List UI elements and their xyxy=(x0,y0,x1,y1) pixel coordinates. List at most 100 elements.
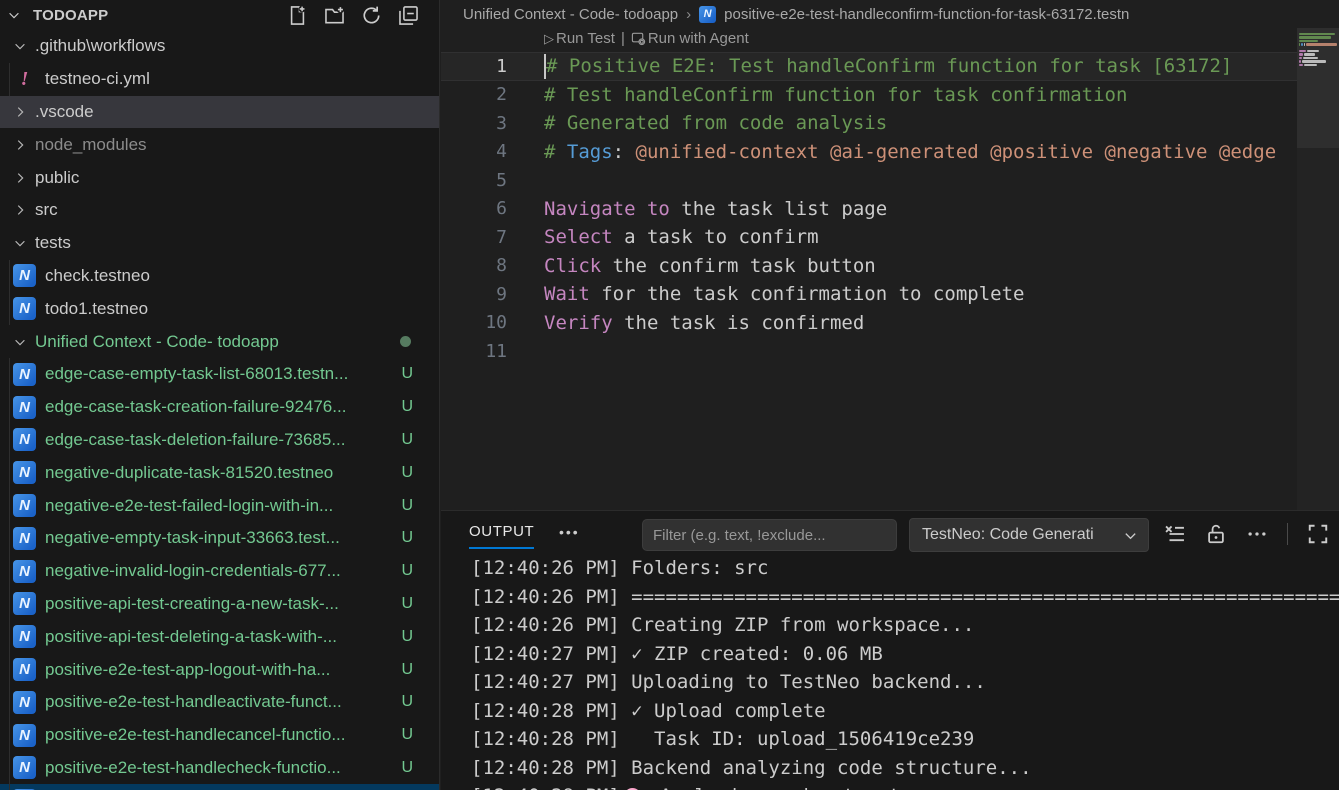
minimap-line xyxy=(1299,40,1337,42)
code-line[interactable]: 6Navigate to the task list page xyxy=(441,195,1297,224)
file-label: .github\workflows xyxy=(35,36,439,56)
tree-item-file[interactable]: Npositive-e2e-test-handleactivate-funct.… xyxy=(0,686,439,719)
indent-guide xyxy=(9,752,10,785)
panel-actions xyxy=(1164,523,1329,545)
log-message: Task ID: upload_1506419ce239 xyxy=(620,728,975,750)
minimap-segment xyxy=(1299,57,1302,59)
code-line[interactable]: 1# Positive E2E: Test handleConfirm func… xyxy=(441,52,1297,81)
code-line[interactable]: 10Verify the task is confirmed xyxy=(441,309,1297,338)
tree-item-folder[interactable]: node_modules xyxy=(0,128,439,161)
indent-guide xyxy=(9,719,10,752)
collapse-all-icon[interactable] xyxy=(398,5,419,26)
tree-item-file[interactable]: Npositive-api-test-creating-a-new-task-.… xyxy=(0,588,439,621)
code-line[interactable]: 5 xyxy=(441,166,1297,195)
tree-item-file[interactable]: N xyxy=(0,784,439,790)
chevron-down-icon[interactable] xyxy=(5,7,22,24)
breadcrumb-file[interactable]: positive-e2e-test-handleconfirm-function… xyxy=(724,6,1129,23)
minimap[interactable] xyxy=(1297,28,1339,510)
run-with-agent-link[interactable]: Run with Agent xyxy=(631,30,749,47)
git-changes-dot-icon xyxy=(400,336,411,347)
tree-item-file[interactable]: !testneo-ci.yml xyxy=(0,63,439,96)
log-timestamp: [12:40:28 PM] xyxy=(471,728,620,750)
code-editor[interactable]: 1# Positive E2E: Test handleConfirm func… xyxy=(441,52,1297,366)
line-number: 5 xyxy=(441,170,507,191)
indent-guide xyxy=(9,555,10,588)
tree-item-file[interactable]: Nnegative-e2e-test-failed-login-with-in.… xyxy=(0,489,439,522)
minimap-line xyxy=(1299,57,1337,59)
tree-item-file[interactable]: Nnegative-empty-task-input-33663.test...… xyxy=(0,522,439,555)
clear-output-icon[interactable] xyxy=(1164,523,1186,545)
code-line[interactable]: 2# Test handleConfirm function for task … xyxy=(441,81,1297,110)
tree-item-file[interactable]: Npositive-e2e-test-handlecancel-functio.… xyxy=(0,719,439,752)
testneo-file-icon: N xyxy=(13,297,36,320)
log-line: [12:40:26 PM] Creating ZIP from workspac… xyxy=(441,611,1339,640)
tab-output[interactable]: OUTPUT xyxy=(469,523,534,549)
minimap-segment xyxy=(1301,43,1303,45)
code-line[interactable]: 7Select a task to confirm xyxy=(441,223,1297,252)
line-number: 10 xyxy=(441,312,507,333)
tree-item-file[interactable]: Npositive-e2e-test-app-logout-with-ha...… xyxy=(0,653,439,686)
minimap-segment xyxy=(1299,64,1303,66)
code-token: Wait xyxy=(544,283,590,305)
refresh-icon[interactable] xyxy=(361,5,382,26)
run-test-link[interactable]: ▷ Run Test xyxy=(544,30,615,47)
minimap-segment xyxy=(1303,57,1318,59)
file-label: testneo-ci.yml xyxy=(45,69,439,89)
tree-item-folder[interactable]: .vscode xyxy=(0,96,439,129)
breadcrumb-folder[interactable]: Unified Context - Code- todoapp xyxy=(463,6,678,23)
tree-item-folder[interactable]: .github\workflows xyxy=(0,30,439,63)
breadcrumb: Unified Context - Code- todoapp › N posi… xyxy=(441,0,1339,28)
tree-item-folder[interactable]: src xyxy=(0,194,439,227)
chevron-down-icon xyxy=(1123,528,1138,543)
chevron-down-icon xyxy=(11,333,28,350)
code-token: a task to confirm xyxy=(613,226,819,248)
maximize-panel-icon[interactable] xyxy=(1307,523,1329,545)
git-status-badge: U xyxy=(401,398,413,416)
tree-item-file[interactable]: Nnegative-duplicate-task-81520.testneoU xyxy=(0,456,439,489)
code-line[interactable]: 9 Wait for the task confirmation to compl… xyxy=(441,280,1297,309)
tree-item-file[interactable]: Nedge-case-empty-task-list-68013.testn..… xyxy=(0,358,439,391)
code-token: Navigate to xyxy=(544,198,670,220)
minimap-segment xyxy=(1299,33,1335,35)
tree-item-folder[interactable]: public xyxy=(0,161,439,194)
tree-item-file[interactable]: Ncheck.testneo xyxy=(0,260,439,293)
tree-item-file[interactable]: Npositive-e2e-test-handlecheck-functio..… xyxy=(0,752,439,785)
tree-item-folder[interactable]: tests xyxy=(0,227,439,260)
file-label: Unified Context - Code- todoapp xyxy=(35,332,400,352)
code-line[interactable]: 8Click the confirm task button xyxy=(441,252,1297,281)
code-line[interactable]: 11 xyxy=(441,337,1297,366)
git-status-badge: U xyxy=(401,693,413,711)
tree-item-file[interactable]: Nedge-case-task-deletion-failure-73685..… xyxy=(0,424,439,457)
log-line: [12:40:27 PM] ✓ ZIP created: 0.06 MB xyxy=(441,640,1339,669)
code-line[interactable]: 4# Tags: @unified-context @ai-generated … xyxy=(441,138,1297,167)
testneo-file-icon: N xyxy=(13,428,36,451)
indent-guide xyxy=(9,424,10,457)
new-folder-icon[interactable] xyxy=(324,5,345,26)
tree-item-file[interactable]: Npositive-api-test-deleting-a-task-with-… xyxy=(0,620,439,653)
tree-item-file[interactable]: Ntodo1.testneo xyxy=(0,292,439,325)
code-token: for the task confirmation to complete xyxy=(590,283,1025,305)
chevron-right-icon xyxy=(11,169,28,186)
output-log[interactable]: [12:40:26 PM] Folders: src[12:40:26 PM] … xyxy=(441,558,1339,790)
codelens-separator: | xyxy=(621,30,625,47)
file-label: negative-empty-task-input-33663.test... xyxy=(45,528,395,548)
chevron-down-icon xyxy=(11,38,28,55)
more-tabs-icon[interactable]: ••• xyxy=(559,524,580,540)
more-actions-icon[interactable] xyxy=(1246,523,1268,545)
output-filter-input[interactable] xyxy=(642,519,897,551)
code-line[interactable]: 3# Generated from code analysis xyxy=(441,109,1297,138)
tree-item-file[interactable]: Nedge-case-task-creation-failure-92476..… xyxy=(0,391,439,424)
output-channel-select[interactable]: TestNeo: Code Generati xyxy=(909,518,1149,552)
tree-item-file[interactable]: Nnegative-invalid-login-credentials-677.… xyxy=(0,555,439,588)
indent-guide xyxy=(9,489,10,522)
testneo-file-icon: N xyxy=(13,494,36,517)
line-number: 9 xyxy=(441,284,507,305)
indent-guide xyxy=(9,686,10,719)
tree-item-folder[interactable]: Unified Context - Code- todoapp xyxy=(0,325,439,358)
minimap-line xyxy=(1299,67,1337,69)
new-file-icon[interactable] xyxy=(287,5,308,26)
minimap-line xyxy=(1299,64,1337,66)
testneo-file-icon: N xyxy=(13,691,36,714)
minimap-segment xyxy=(1299,40,1318,42)
unlock-icon[interactable] xyxy=(1205,523,1227,545)
